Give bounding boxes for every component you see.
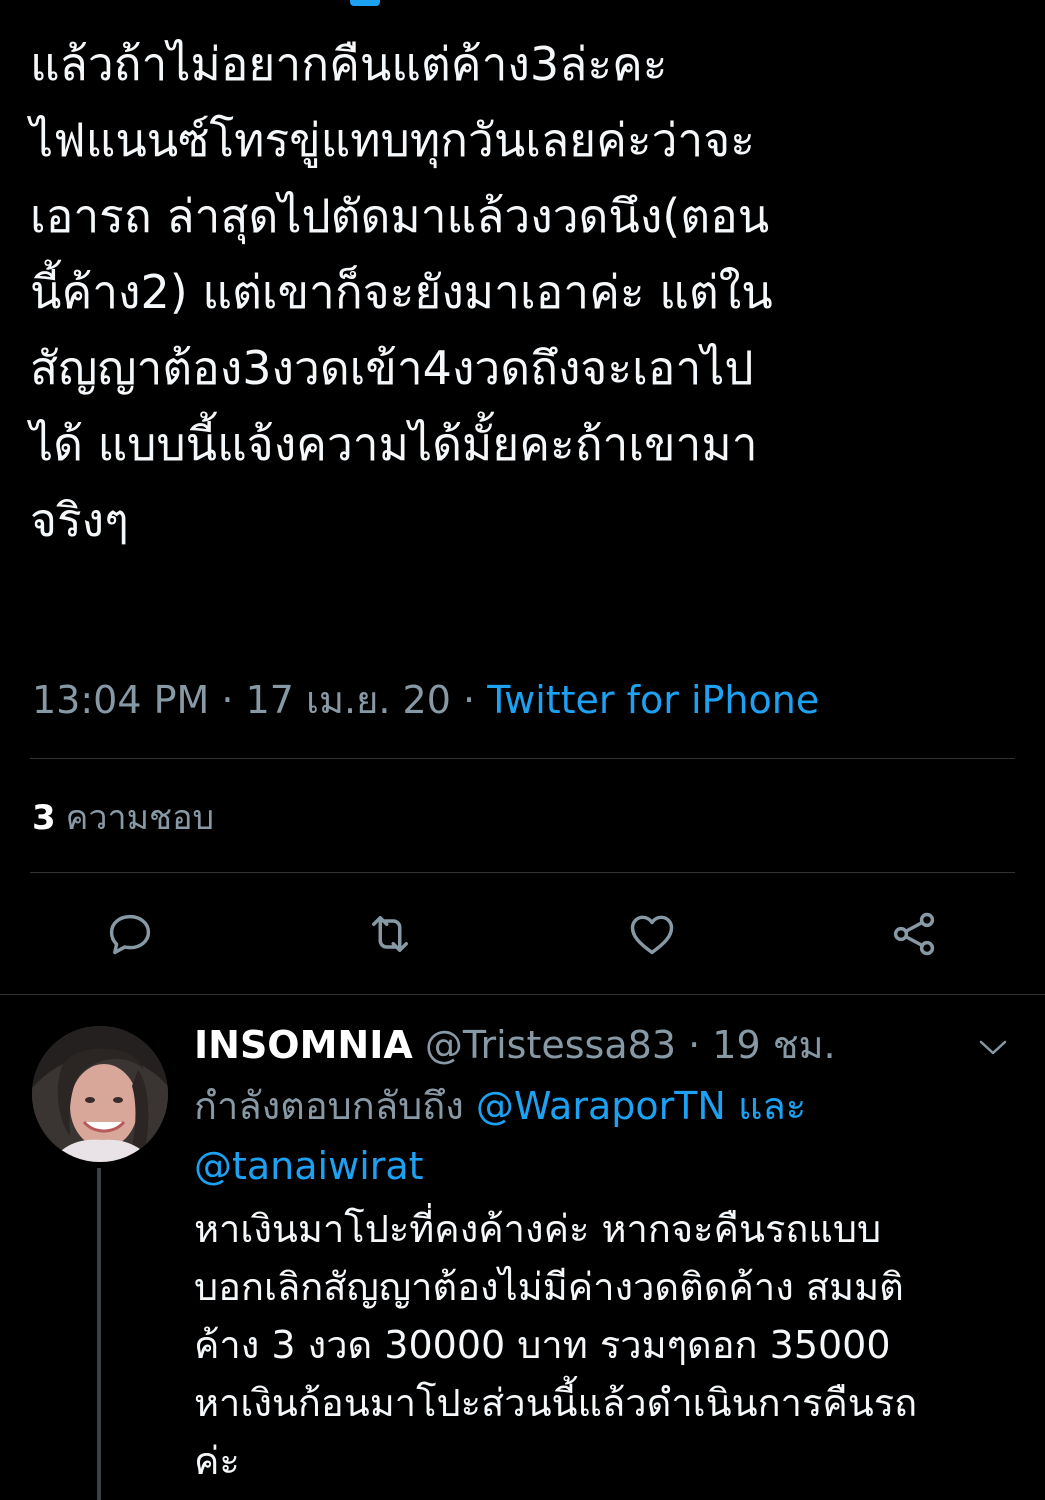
avatar-photo [32,1026,168,1162]
top-edge-accent [350,0,380,6]
tweet-line: จริงๆ [30,493,129,547]
reply-handle[interactable]: @Tristessa83 [425,1023,676,1067]
reply-line: ค่ะ [194,1439,240,1483]
reply-display-name[interactable]: INSOMNIA [194,1023,413,1067]
likes-count: 3 [32,798,56,838]
tweet-line: ได้ แบบนี้แจ้งความได้มั้ยคะถ้าเขามา [30,417,758,471]
share-icon [893,912,935,956]
reply-line: หาเงินก้อนมาโปะส่วนนี้แล้วดำเนินการคืนรถ [194,1381,918,1425]
tweet-action-bar [0,900,1045,970]
more-options-button[interactable] [975,1036,1011,1060]
meta-separator: · [463,678,476,722]
tweet-line: นี้ค้าง2) แต่เขาก็จะยังมาเอาค่ะ แต่ใน [30,265,773,319]
tweet-line: แล้วถ้าไม่อยากคืนแต่ค้าง3ล่ะคะ [30,37,668,91]
main-tweet-text: แล้วถ้าไม่อยากคืนแต่ค้าง3ล่ะคะ ไฟแนนซ์โท… [30,26,1020,558]
share-button[interactable] [886,906,942,962]
mention-link[interactable]: @tanaiwirat [194,1144,424,1188]
divider [30,872,1015,873]
like-icon [630,915,674,955]
tweet-metadata: 13:04 PM · 17 เม.ย. 20 · Twitter for iPh… [32,672,819,728]
reply-tweet[interactable]: INSOMNIA @Tristessa83 · 19 ชม. กำลังตอบก… [0,1000,1045,1500]
meta-separator: · [221,678,234,722]
thread-connector-line [97,1168,101,1500]
meta-separator: · [688,1023,701,1067]
divider [0,994,1045,995]
chevron-down-icon [979,1040,1007,1055]
tweet-line: เอารถ ล่าสุดไปตัดมาแล้วงวดนึง(ตอน [30,189,770,243]
reply-line: หาเงินมาโปะที่คงค้างค่ะ หากจะคืนรถแบบ [194,1207,882,1251]
replying-prefix: กำลังตอบกลับถึง [194,1084,464,1128]
mention-link[interactable]: @WaraporTN [476,1084,726,1128]
reply-text: หาเงินมาโปะที่คงค้างค่ะ หากจะคืนรถแบบ บอ… [194,1200,1014,1490]
likes-stat[interactable]: 3 ความชอบ [32,790,214,846]
retweet-icon [372,916,408,952]
tweet-line: ไฟแนนซ์โทรขู่แทบทุกวันเลยค่ะว่าจะ [30,113,755,167]
replying-to: กำลังตอบกลับถึง @WaraporTN และ @tanaiwir… [194,1076,994,1196]
replying-connector: และ [737,1084,807,1128]
like-button[interactable] [624,906,680,962]
tweet-date: 17 เม.ย. 20 [245,678,451,722]
reply-icon [109,914,151,955]
reply-time[interactable]: 19 ชม. [712,1023,835,1067]
reply-header: INSOMNIA @Tristessa83 · 19 ชม. [194,1018,836,1072]
tweet-source-link[interactable]: Twitter for iPhone [487,678,819,722]
tweet-time: 13:04 PM [32,678,210,722]
retweet-button[interactable] [362,906,418,962]
divider [30,758,1015,759]
reply-line: บอกเลิกสัญญาต้องไม่มีค่างวดติดค้าง สมมติ [194,1265,904,1309]
tweet-line: สัญญาต้อง3งวดเข้า4งวดถึงจะเอาไป [30,341,754,395]
reply-line: ค้าง 3 งวด 30000 บาท รวมๆดอก 35000 [194,1323,891,1367]
likes-label: ความชอบ [65,798,215,838]
reply-button[interactable] [102,906,158,962]
avatar[interactable] [32,1026,168,1162]
